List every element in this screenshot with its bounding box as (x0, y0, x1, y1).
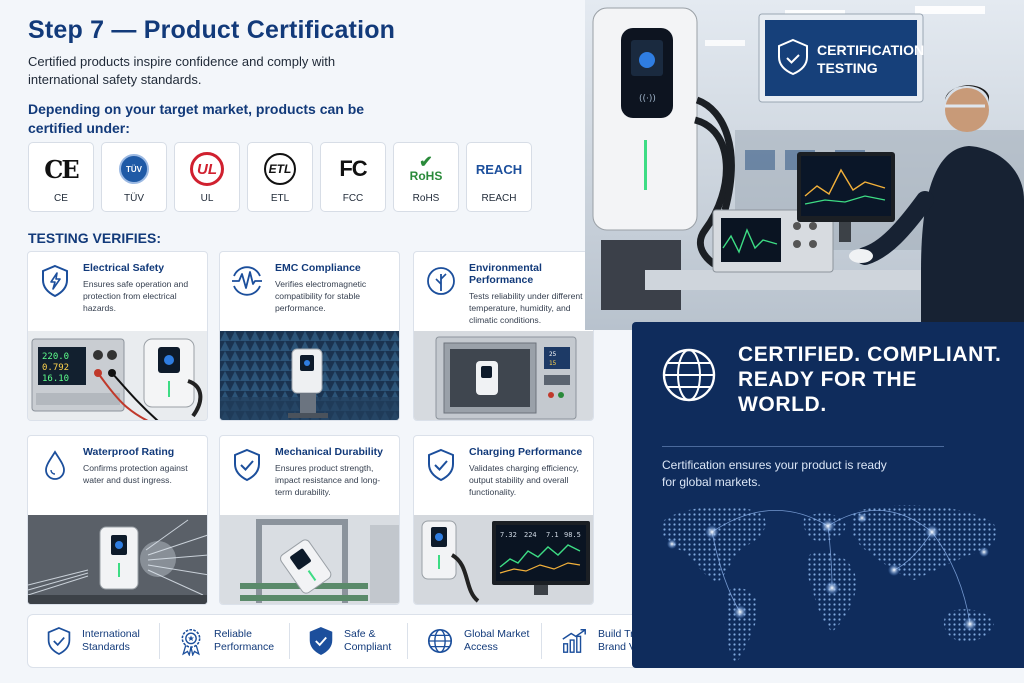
fcc-logo: FC (339, 156, 367, 181)
cert-reach: REACH REACH (466, 142, 532, 212)
svg-text:25: 25 (549, 351, 557, 358)
test-description: Ensures safe operation and protection fr… (83, 279, 189, 313)
shield-check-icon (234, 448, 260, 482)
shield-check-icon (47, 627, 71, 655)
certified-panel: CERTIFIED. COMPLIANT. READY FOR THE WORL… (632, 322, 1024, 668)
shield-check-icon (309, 627, 333, 655)
ce-logo: CE (44, 154, 79, 184)
benefit-label: Global Market Access (464, 628, 530, 653)
svg-text:0.792: 0.792 (42, 363, 69, 373)
benefit-safe-compliant: Safe & Compliant (290, 623, 408, 659)
benefit-label: Safe & Compliant (344, 628, 392, 653)
benefits-bar: International Standards Reliable Perform… (27, 614, 677, 668)
infographic: Step 7 — Product Certification Certified… (0, 0, 1024, 683)
cert-ul: UL UL (174, 142, 240, 212)
testing-heading: TESTING VERIFIES: (28, 230, 162, 246)
cert-fcc: FC FCC (320, 142, 386, 212)
benefit-international-standards: International Standards (28, 623, 160, 659)
lab-scene-photo: CERTIFICATION TESTING ((·)) (585, 0, 1024, 330)
cert-rohs: ✔ RoHS RoHS (393, 142, 459, 212)
drop-test-rig-photo (220, 515, 399, 604)
test-title: Waterproof Rating (83, 446, 175, 458)
test-card-charging-performance: Charging Performance Validates charging … (413, 435, 594, 605)
world-map-graphic (661, 505, 997, 664)
ul-logo: UL (190, 152, 224, 186)
lightning-shield-icon (42, 264, 68, 298)
test-title: Charging Performance (469, 446, 583, 458)
svg-text:((·)): ((·)) (639, 94, 656, 104)
test-description: Ensures product strength, impact resista… (275, 463, 381, 497)
svg-text:220.0: 220.0 (42, 352, 69, 362)
svg-text:7.1: 7.1 (546, 531, 559, 539)
test-card-electrical-safety: Electrical Safety Ensures safe operation… (27, 251, 208, 421)
panel-title: CERTIFIED. COMPLIANT. READY FOR THE WORL… (738, 343, 1002, 416)
test-title: EMC Compliance (275, 262, 361, 274)
emc-chamber-photo (220, 331, 399, 420)
globe-icon (662, 348, 716, 402)
cert-label: TÜV (124, 193, 144, 204)
svg-text:98.5: 98.5 (564, 531, 581, 539)
water-drop-icon (45, 450, 65, 480)
electrical-test-photo: 220.0 0.792 16.10 (28, 331, 207, 420)
water-spray-photo (28, 515, 207, 604)
shield-check-icon (428, 448, 454, 482)
intro-text: Certified products inspire confidence an… (28, 54, 336, 87)
test-description: Verifies electromagnetic compatibility f… (275, 279, 367, 313)
cert-tuv: TÜV TÜV (101, 142, 167, 212)
cert-label: RoHS (412, 193, 440, 204)
climate-chamber-photo: 25 15 (414, 331, 593, 420)
tuv-logo: TÜV (119, 154, 149, 184)
charging-monitor-photo: 7.32 224 7.1 98.5 (414, 515, 593, 604)
cert-etl: ETL ETL (247, 142, 313, 212)
svg-text:7.32: 7.32 (500, 531, 517, 539)
cert-label: UL (200, 193, 214, 204)
benefit-label: Reliable Performance (214, 628, 275, 653)
benefit-reliable-performance: Reliable Performance (160, 623, 290, 659)
test-description: Confirms protection against water and du… (83, 463, 188, 485)
benefit-global-market-access: Global Market Access (408, 623, 542, 659)
reach-logo: REACH (475, 161, 523, 177)
test-title: Mechanical Durability (275, 446, 383, 458)
cert-ce: CE CE (28, 142, 94, 212)
test-card-waterproof-rating: Waterproof Rating Confirms protection ag… (27, 435, 208, 605)
etl-logo: ETL (264, 153, 296, 185)
globe-icon (427, 628, 453, 654)
leaf-icon (427, 267, 455, 295)
test-card-emc-compliance: EMC Compliance Verifies electromagnetic … (219, 251, 400, 421)
panel-description: Certification ensures your product is re… (662, 458, 887, 489)
certification-logos: CE CE TÜV TÜV UL UL ETL ETL FC FCC ✔ RoHS… (28, 142, 532, 212)
test-title: Electrical Safety (83, 262, 165, 274)
certification-subheading: Depending on your target market, product… (28, 101, 365, 136)
award-badge-icon (181, 628, 201, 656)
cert-label: REACH (481, 193, 517, 204)
cert-label: ETL (270, 193, 290, 204)
sign-text-line1: CERTIFICATION (817, 42, 924, 58)
page-title: Step 7 — Product Certification (28, 16, 396, 44)
growth-chart-icon (562, 629, 586, 653)
svg-text:16.10: 16.10 (42, 374, 69, 384)
test-description: Validates charging efficiency, output st… (469, 463, 579, 497)
cert-label: CE (54, 193, 68, 204)
rohs-logo: ✔ RoHS (409, 153, 443, 183)
test-title: Environmental Performance (469, 262, 542, 286)
test-card-environmental-performance: Environmental Performance Tests reliabil… (413, 251, 594, 421)
waveform-icon (232, 266, 262, 296)
sign-text-line2: TESTING (817, 60, 878, 76)
svg-text:15: 15 (549, 360, 557, 367)
divider (662, 446, 944, 447)
test-card-mechanical-durability: Mechanical Durability Ensures product st… (219, 435, 400, 605)
svg-text:224: 224 (524, 531, 537, 539)
cert-label: FCC (342, 193, 364, 204)
test-description: Tests reliability under different temper… (469, 291, 583, 325)
benefit-label: International Standards (82, 628, 140, 653)
